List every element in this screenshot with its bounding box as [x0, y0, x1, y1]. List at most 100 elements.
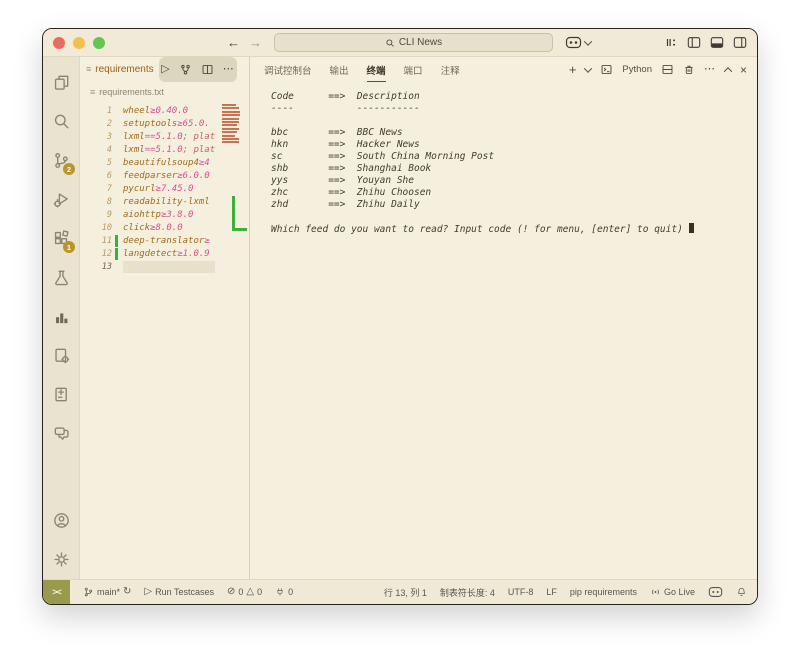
- command-center-search[interactable]: CLI News: [274, 33, 553, 52]
- line-number[interactable]: 8: [80, 197, 112, 207]
- remote-indicator[interactable]: ><: [43, 580, 70, 604]
- line-number[interactable]: 3: [80, 132, 112, 142]
- run-testcases-label: Run Testcases: [155, 587, 214, 597]
- ports-item[interactable]: 0: [275, 586, 293, 598]
- line-number[interactable]: 12: [80, 249, 112, 259]
- copilot-status-item[interactable]: [708, 586, 723, 598]
- go-live-item[interactable]: Go Live: [650, 586, 695, 598]
- extensions-icon[interactable]: 1: [46, 219, 76, 258]
- explorer-icon[interactable]: [46, 63, 76, 102]
- line-number[interactable]: 10: [80, 223, 112, 233]
- line-number[interactable]: 6: [80, 171, 112, 181]
- testing-beaker-icon[interactable]: [46, 258, 76, 297]
- file-plus-icon[interactable]: [46, 375, 76, 414]
- line-number[interactable]: 7: [80, 184, 112, 194]
- language-label: pip requirements: [570, 587, 637, 597]
- panel-tab[interactable]: 端口: [404, 58, 423, 82]
- problems-item[interactable]: ⊘ 0 △ 0: [227, 587, 262, 597]
- eol-item[interactable]: LF: [546, 587, 557, 597]
- chevron-down-icon: [584, 37, 592, 45]
- line-number[interactable]: 9: [80, 210, 112, 220]
- split-editor-icon[interactable]: [201, 63, 214, 76]
- sync-icon[interactable]: ↻: [123, 587, 131, 597]
- language-mode-item[interactable]: pip requirements: [570, 587, 637, 597]
- traffic-lights: [53, 37, 105, 49]
- breadcrumb[interactable]: ≡ requirements.txt: [80, 82, 249, 102]
- minimap-mark: [222, 111, 240, 113]
- code-editor[interactable]: 1wheel≥0.40.02setuptools≥65.0.3lxml==5.1…: [80, 102, 249, 579]
- minimap-mark: [222, 135, 235, 137]
- customize-layout-icon[interactable]: [664, 36, 678, 49]
- line-number[interactable]: 13: [80, 262, 112, 272]
- copilot-menu-button[interactable]: [565, 36, 591, 49]
- status-bar: >< main* ↻ ▷ Run Testcases ⊘ 0 △ 0 0 行 1…: [43, 579, 757, 604]
- shell-label[interactable]: Python: [622, 64, 652, 75]
- search-sidebar-icon[interactable]: [46, 102, 76, 141]
- code-text: feedparser≥6.0.0: [123, 170, 215, 182]
- breadcrumb-filename: requirements.txt: [99, 87, 164, 97]
- line-number[interactable]: 5: [80, 158, 112, 168]
- close-window-button[interactable]: [53, 37, 65, 49]
- toggle-secondary-sidebar-icon[interactable]: [733, 36, 747, 49]
- run-file-button[interactable]: ▷: [161, 64, 169, 75]
- line-number[interactable]: 1: [80, 106, 112, 116]
- maximize-panel-chevron-icon[interactable]: [724, 67, 732, 75]
- encoding-item[interactable]: UTF-8: [508, 587, 534, 597]
- toggle-panel-icon[interactable]: [710, 36, 724, 49]
- kill-terminal-trash-icon[interactable]: [683, 63, 695, 76]
- tab-requirements[interactable]: ≡ requirements: [80, 57, 159, 82]
- git-change-indicator: [115, 157, 118, 169]
- tab-size-label: 制表符长度: 4: [440, 586, 495, 599]
- terminal-dropdown-chevron-icon[interactable]: [584, 64, 592, 72]
- errors-count: 0: [238, 587, 243, 597]
- close-panel-icon[interactable]: ×: [740, 64, 747, 76]
- errors-icon: ⊘: [227, 587, 235, 597]
- panel-tab[interactable]: 注释: [441, 58, 460, 82]
- nav-forward-button[interactable]: →: [249, 35, 262, 50]
- branch-status-item[interactable]: main* ↻: [83, 586, 131, 598]
- git-change-indicator: [115, 261, 118, 273]
- panel-more-actions-icon[interactable]: ⋯: [704, 64, 716, 75]
- comments-icon[interactable]: [46, 414, 76, 453]
- line-number[interactable]: 4: [80, 145, 112, 155]
- encoding-label: UTF-8: [508, 587, 534, 597]
- warnings-count: 0: [257, 587, 262, 597]
- new-terminal-button[interactable]: +: [569, 63, 577, 76]
- nav-back-button[interactable]: ←: [227, 35, 240, 50]
- split-terminal-icon[interactable]: [661, 63, 674, 76]
- source-control-icon[interactable]: 2: [46, 141, 76, 180]
- branch-fork-icon[interactable]: [179, 63, 192, 76]
- toggle-primary-sidebar-icon[interactable]: [687, 36, 701, 49]
- terminal-content[interactable]: Code ==> Description ---- ----------- bb…: [250, 82, 757, 579]
- account-icon[interactable]: [46, 501, 76, 540]
- branch-name: main*: [97, 587, 120, 597]
- run-testcases-item[interactable]: ▷ Run Testcases: [144, 587, 214, 597]
- tab-size-item[interactable]: 制表符长度: 4: [440, 586, 495, 599]
- line-number[interactable]: 11: [80, 236, 112, 246]
- ports-count: 0: [288, 587, 293, 597]
- git-change-indicator: [115, 235, 118, 247]
- line-col-item[interactable]: 行 13, 列 1: [384, 586, 427, 599]
- editor-tab-bar: ≡ requirements ▷ ⋯: [80, 57, 249, 82]
- terminal-output[interactable]: Code ==> Description ---- ----------- bb…: [271, 91, 757, 236]
- panel-tab[interactable]: 终端: [367, 58, 386, 82]
- git-change-indicator: [115, 170, 118, 182]
- notifications-item[interactable]: [736, 586, 747, 598]
- more-actions-icon[interactable]: ⋯: [223, 64, 235, 75]
- run-debug-icon[interactable]: [46, 180, 76, 219]
- code-text: click≥8.0.0: [123, 222, 215, 234]
- terminal-shell-icon: [600, 63, 613, 76]
- minimap-mark: [222, 118, 239, 120]
- panel-tab[interactable]: 输出: [330, 58, 349, 82]
- settings-gear-icon[interactable]: [46, 540, 76, 579]
- file-gear-icon[interactable]: [46, 336, 76, 375]
- line-number[interactable]: 2: [80, 119, 112, 129]
- minimize-window-button[interactable]: [73, 37, 85, 49]
- bar-chart-icon[interactable]: [46, 297, 76, 336]
- panel-tab[interactable]: 调试控制台: [264, 58, 312, 82]
- minimap[interactable]: [220, 102, 246, 579]
- extensions-badge: 1: [63, 241, 75, 253]
- plug-icon: [275, 586, 285, 598]
- zoom-window-button[interactable]: [93, 37, 105, 49]
- search-icon: [385, 38, 395, 48]
